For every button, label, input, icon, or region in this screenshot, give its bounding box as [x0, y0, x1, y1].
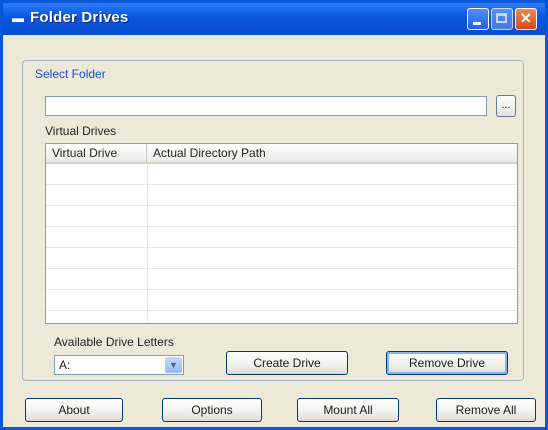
title-bar[interactable]: ▬ Folder Drives [3, 3, 545, 35]
options-button[interactable]: Options [162, 398, 262, 422]
list-row [46, 290, 517, 311]
virtual-drives-label: Virtual Drives [45, 124, 117, 138]
list-row [46, 227, 517, 248]
remove-drive-button[interactable]: Remove Drive [386, 351, 508, 375]
column-header-virtual-drive[interactable]: Virtual Drive [46, 144, 147, 162]
minimize-icon[interactable] [467, 8, 489, 30]
list-row [46, 185, 517, 206]
close-icon[interactable] [515, 8, 537, 30]
drive-letters-label: Available Drive Letters [54, 335, 174, 349]
mount-all-button[interactable]: Mount All [297, 398, 399, 422]
folder-drive-icon: ▬ [12, 11, 24, 25]
drive-letter-select[interactable]: A: ▼ [54, 355, 184, 375]
maximize-icon[interactable] [491, 8, 513, 30]
folder-path-input[interactable] [45, 96, 487, 116]
list-row [46, 206, 517, 227]
remove-all-button[interactable]: Remove All [436, 398, 536, 422]
about-button[interactable]: About [25, 398, 123, 422]
list-row [46, 164, 517, 185]
list-header: Virtual Drive Actual Directory Path [46, 144, 517, 164]
chevron-down-icon[interactable]: ▼ [165, 357, 182, 373]
column-header-directory-path[interactable]: Actual Directory Path [147, 144, 517, 162]
drive-letter-value: A: [59, 358, 71, 372]
select-folder-label: Select Folder [35, 67, 106, 81]
create-drive-button[interactable]: Create Drive [226, 351, 348, 375]
list-row [46, 269, 517, 290]
virtual-drives-list[interactable]: Virtual Drive Actual Directory Path [45, 143, 518, 324]
browse-button[interactable]: ... [496, 95, 516, 117]
list-row [46, 248, 517, 269]
window-title: Folder Drives [30, 9, 129, 26]
